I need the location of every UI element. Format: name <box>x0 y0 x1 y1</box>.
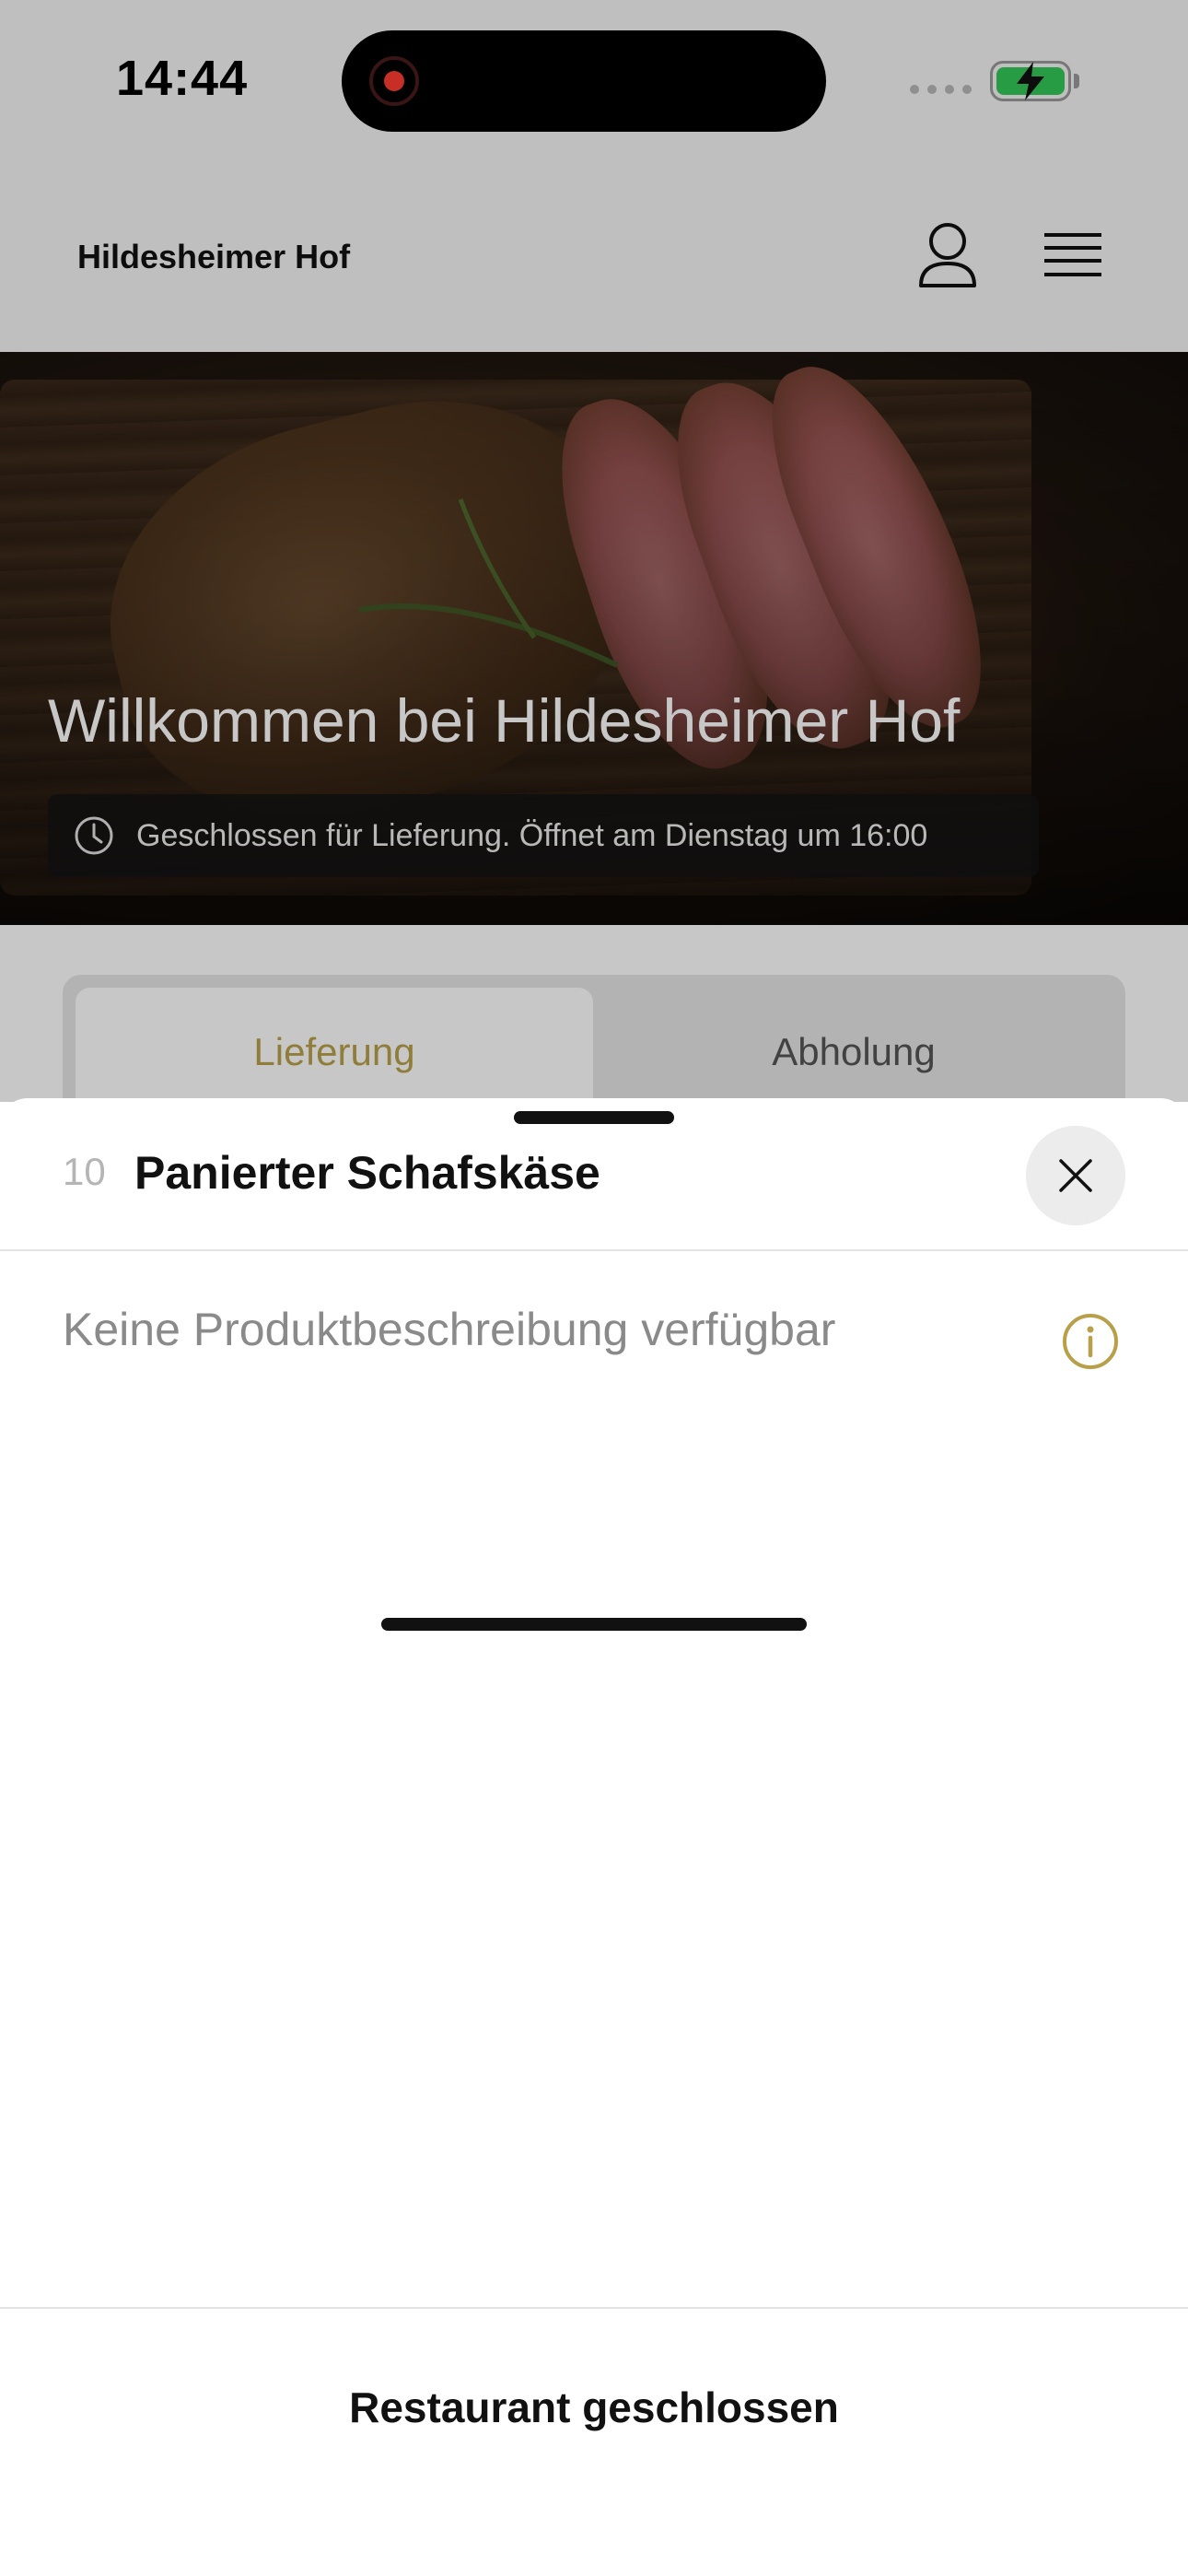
product-number: 10 <box>63 1150 106 1193</box>
close-icon <box>1059 1159 1092 1192</box>
modal-backdrop[interactable] <box>0 0 1188 1102</box>
info-icon[interactable] <box>1061 1312 1120 1371</box>
sheet-footer: Restaurant geschlossen <box>0 2307 1188 2576</box>
home-indicator[interactable] <box>381 1618 807 1631</box>
restaurant-closed-button[interactable]: Restaurant geschlossen <box>0 2383 1188 2432</box>
product-detail-sheet: 10 Panierter Schafskäse Keine Produktbes… <box>0 1098 1188 2576</box>
sheet-grabber[interactable] <box>514 1111 674 1124</box>
product-title: Panierter Schafskäse <box>134 1147 600 1199</box>
close-button[interactable] <box>1026 1126 1125 1225</box>
screen: 14:44 Hildesheimer Hof Willkommen bei Hi… <box>0 0 1188 2576</box>
product-description: Keine Produktbeschreibung verfügbar <box>63 1304 836 1355</box>
sheet-header: 10 Panierter Schafskäse <box>0 1098 1188 1251</box>
